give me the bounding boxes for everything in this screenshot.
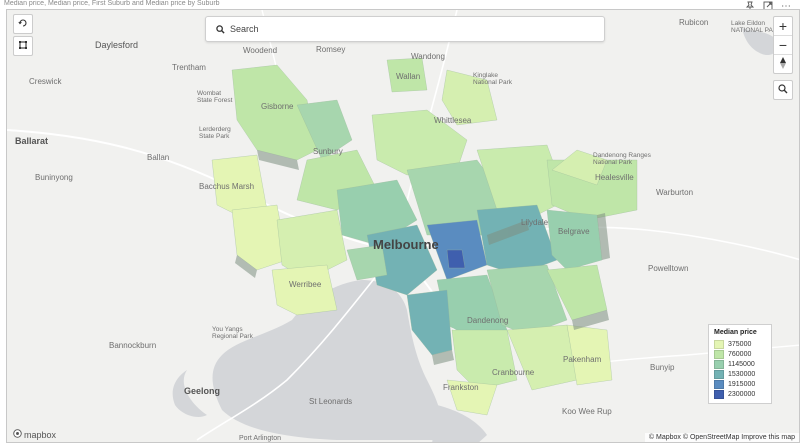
legend-item: 2300000 [714, 389, 766, 399]
legend-swatch [714, 379, 724, 389]
zoom-out-button[interactable]: − [774, 36, 792, 55]
map-legend: Median price 375000 760000 1145000 15300… [708, 324, 772, 404]
place-label-whittlesea: Whittlesea [434, 116, 472, 125]
place-label-warburton: Warburton [656, 188, 694, 197]
place-label-buninyong: Buninyong [35, 173, 73, 182]
place-label-creswick: Creswick [29, 77, 62, 86]
place-label-frankston: Frankston [443, 383, 479, 392]
refresh-icon [18, 15, 28, 33]
zoom-in-button[interactable]: + [774, 17, 792, 36]
place-label-wallan: Wallan [396, 72, 421, 81]
lasso-select-button[interactable] [13, 36, 33, 56]
place-label-bannockburn: Bannockburn [109, 341, 157, 350]
legend-title: Median price [714, 329, 757, 336]
legend-swatch [714, 349, 724, 359]
legend-item: 1530000 [714, 369, 766, 379]
legend-swatch [714, 369, 724, 379]
map-attribution[interactable]: © Mapbox © OpenStreetMap Improve this ma… [644, 433, 799, 442]
place-label-werribee: Werribee [289, 280, 322, 289]
place-label-healesville: Healesville [595, 173, 634, 182]
place-label-trentham: Trentham [172, 63, 206, 72]
place-label-bunyip: Bunyip [650, 363, 675, 372]
legend-label: 1145000 [728, 360, 755, 368]
mapbox-logo-icon [13, 429, 22, 440]
place-label-st-leonards: St Leonards [309, 397, 353, 406]
search-input[interactable]: Search [230, 24, 259, 34]
place-label-koo-wee-rup: Koo Wee Rup [562, 407, 612, 416]
place-label-sunbury: Sunbury [313, 147, 343, 156]
place-label-dandenong: Dandenong [467, 316, 509, 325]
place-label-geelong: Geelong [184, 386, 221, 396]
compass-button[interactable] [774, 55, 792, 73]
legend-label: 1915000 [728, 380, 756, 388]
place-label-you-yangs: You Yangs Regional Park [212, 326, 253, 340]
place-label-pakenham: Pakenham [563, 355, 602, 364]
legend-item: 1915000 [714, 379, 766, 389]
legend-label: 2300000 [728, 390, 756, 398]
place-label-bacchus-marsh: Bacchus Marsh [199, 182, 255, 191]
place-label-daylesford: Daylesford [95, 40, 139, 50]
place-label-lilydale: Lilydale [521, 218, 549, 227]
search-icon [210, 24, 230, 34]
mapbox-logo-text: mapbox [24, 429, 57, 440]
legend-swatch [714, 339, 724, 349]
place-label-gisborne: Gisborne [261, 102, 294, 111]
place-label-ballarat: Ballarat [15, 136, 49, 146]
lasso-select-icon [18, 37, 28, 55]
place-label-port-arlington: Port Arlington [239, 435, 282, 442]
map-search-box[interactable]: Search [205, 16, 605, 42]
place-label-woodend: Woodend [243, 46, 278, 55]
legend-label: 1530000 [728, 370, 756, 378]
place-label-kinglake: Kinglake National Park [473, 72, 513, 86]
place-label-melbourne: Melbourne [373, 237, 439, 252]
reset-view-button[interactable] [13, 14, 33, 34]
legend-swatch [714, 359, 724, 369]
place-label-rubicon: Rubicon [679, 18, 709, 27]
place-label-belgrave: Belgrave [558, 227, 590, 236]
legend-item: 760000 [714, 349, 766, 359]
zoom-to-fit-button[interactable] [773, 80, 793, 100]
place-label-wombat: Wombat State Forest [197, 90, 233, 104]
place-label-wandong: Wandong [411, 52, 445, 61]
legend-item: 1145000 [714, 359, 766, 369]
place-label-powelltown: Powelltown [648, 264, 689, 273]
place-label-cranbourne: Cranbourne [492, 368, 535, 377]
compass-icon [779, 56, 787, 72]
visual-title: Median price, Median price, First Suburb… [4, 0, 220, 7]
zoom-controls: + − [773, 16, 793, 74]
place-label-romsey: Romsey [316, 45, 346, 54]
legend-label: 760000 [728, 350, 752, 358]
legend-item: 375000 [714, 339, 766, 349]
place-label-ballan: Ballan [147, 153, 170, 162]
legend-swatch [714, 389, 724, 399]
place-label-lerderderg: Lerderderg State Park [199, 126, 231, 140]
magnifier-icon [778, 81, 788, 99]
mapbox-logo[interactable]: mapbox [13, 429, 56, 440]
map-canvas[interactable]: Rubicon Lake Eildon NATIONAL PARK Dayles… [6, 9, 800, 443]
place-label-dandenong-ranges: Dandenong Ranges National Park [593, 152, 651, 166]
legend-label: 375000 [728, 340, 752, 348]
